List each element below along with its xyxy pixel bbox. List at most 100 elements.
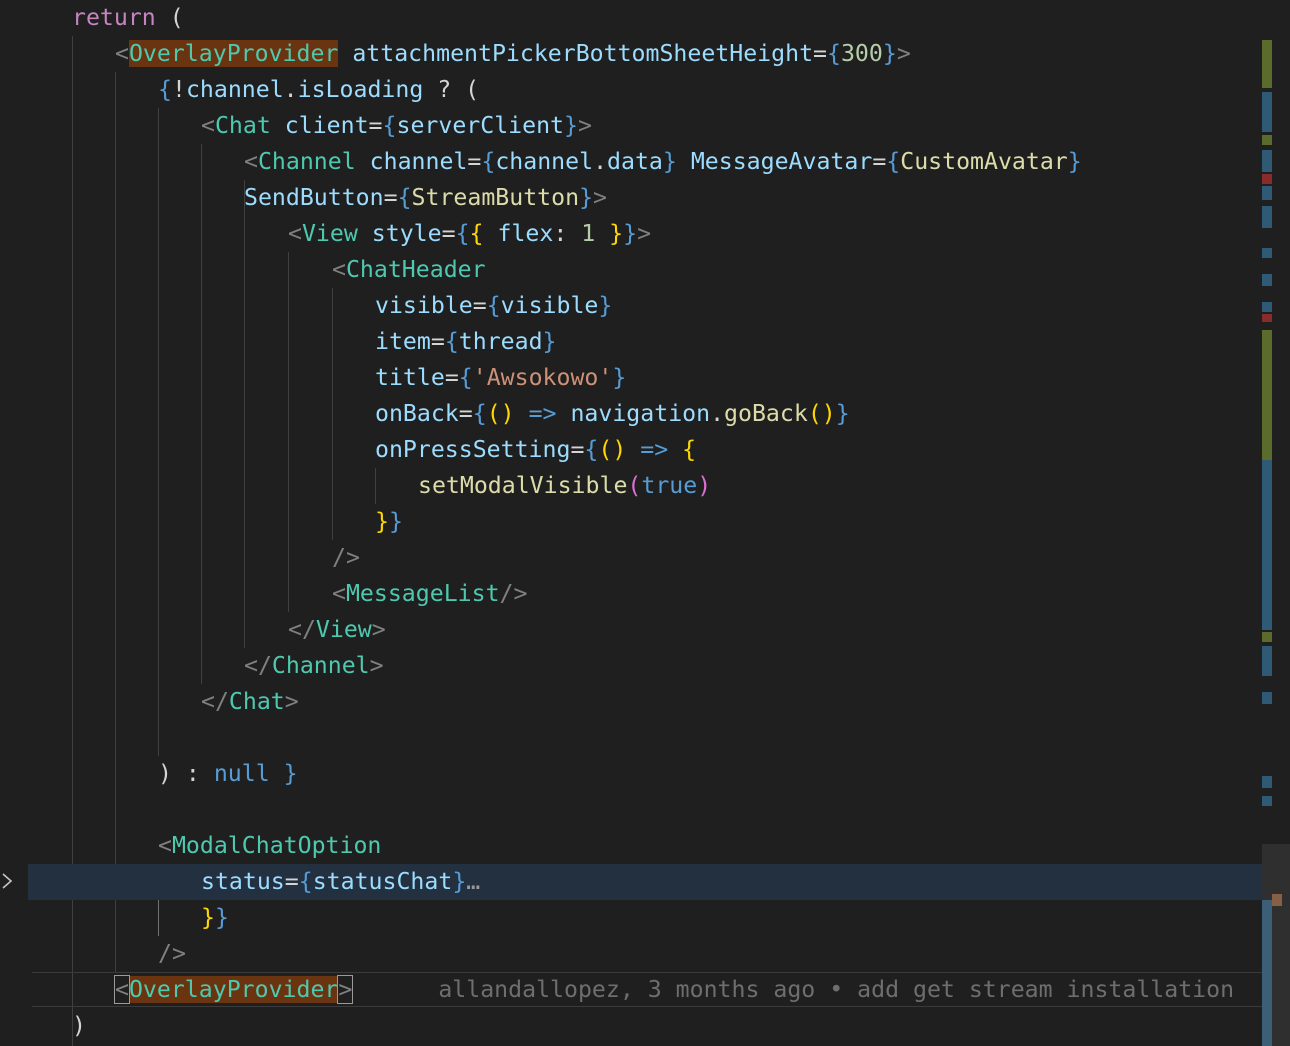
- code-line: ) : null }: [158, 756, 1262, 792]
- identifier: serverClient: [396, 112, 565, 139]
- attribute: item: [375, 328, 431, 355]
- identifier: navigation: [570, 400, 711, 427]
- code-line: </Chat>: [201, 684, 1262, 720]
- brace: }: [214, 904, 229, 931]
- tag-bracket: />: [158, 940, 186, 967]
- attribute: onPressSetting: [375, 436, 571, 463]
- brace: }: [269, 760, 298, 787]
- identifier: thread: [458, 328, 543, 355]
- code-line: return (: [72, 0, 1262, 36]
- attribute: MessageAvatar: [690, 148, 873, 175]
- brace: {: [886, 148, 901, 175]
- code-editor[interactable]: return ( <OverlayProvider attachmentPick…: [28, 0, 1262, 1046]
- tag-bracket: />: [332, 544, 360, 571]
- tag-bracket: </: [201, 688, 229, 715]
- ruler-mark: [1262, 186, 1272, 200]
- tag-bracket: >: [284, 688, 299, 715]
- tag-bracket: <: [115, 40, 129, 67]
- scrollbar-slider[interactable]: [1262, 844, 1290, 1046]
- code-line: }}: [375, 504, 1262, 540]
- brace: {: [158, 76, 172, 103]
- brace: }: [1067, 148, 1082, 175]
- brace: }: [623, 220, 638, 247]
- brace: {: [472, 400, 487, 427]
- tag-bracket: <: [332, 256, 346, 283]
- tag-bracket: >: [371, 616, 386, 643]
- attribute: visible: [375, 292, 473, 319]
- punctuation: =: [458, 400, 473, 427]
- ruler-mark: [1262, 248, 1272, 258]
- punctuation: =: [570, 436, 585, 463]
- tag-bracket: >: [593, 184, 608, 211]
- code-line: {!channel.isLoading ? (: [158, 72, 1262, 108]
- code-line: title={'Awsokowo'}: [375, 360, 1262, 396]
- indent-guide: [332, 288, 333, 540]
- punctuation: (: [155, 4, 184, 31]
- punctuation: .: [283, 76, 298, 103]
- tag-name: Chat: [214, 112, 271, 139]
- brace: {: [382, 112, 397, 139]
- code-line: item={thread}: [375, 324, 1262, 360]
- tag-name: ChatHeader: [345, 256, 486, 283]
- code-line: }}: [201, 900, 1262, 936]
- paren: ): [158, 760, 186, 787]
- arrow-operator: =>: [514, 400, 571, 427]
- ruler-mark: [1262, 330, 1272, 460]
- number: 1: [581, 220, 596, 247]
- function-name: setModalVisible: [418, 472, 628, 499]
- punctuation: =: [284, 868, 299, 895]
- code-line: <ModalChatOption: [158, 828, 1262, 864]
- brace: {: [486, 292, 501, 319]
- punctuation: =: [444, 364, 459, 391]
- attribute: SendButton: [244, 184, 384, 211]
- tag-bracket: <: [332, 580, 346, 607]
- operator: ? (: [423, 76, 480, 103]
- identifier: StreamButton: [411, 184, 580, 211]
- tag-bracket: <: [158, 832, 172, 859]
- tag-name: OverlayProvider: [128, 40, 339, 67]
- ruler-mark: [1262, 796, 1272, 806]
- punctuation: :: [553, 220, 582, 247]
- boolean-literal: true: [641, 472, 698, 499]
- brace: }: [882, 40, 897, 67]
- code-line: <MessageList/>: [332, 576, 1262, 612]
- brace: {: [469, 220, 484, 247]
- tag-name: Channel: [257, 148, 356, 175]
- code-line: onPressSetting={() => {: [375, 432, 1262, 468]
- tag-bracket: </: [288, 616, 316, 643]
- punctuation: =: [368, 112, 383, 139]
- chevron-right-icon[interactable]: [0, 872, 14, 890]
- punctuation: =: [430, 328, 445, 355]
- folded-ellipsis[interactable]: …: [466, 868, 480, 895]
- current-code-line[interactable]: status={statusChat}…: [28, 864, 1262, 900]
- code-line: />: [158, 936, 1262, 972]
- brace: }: [388, 508, 403, 535]
- string-literal: 'Awsokowo': [472, 364, 613, 391]
- identifier: visible: [500, 292, 599, 319]
- brace: }: [452, 868, 467, 895]
- keyword: return: [72, 4, 156, 31]
- code-line: </View>: [288, 612, 1262, 648]
- ruler-mark: [1262, 40, 1272, 88]
- brace: }: [612, 364, 627, 391]
- code-line: setModalVisible(true): [418, 468, 1262, 504]
- paren: (): [807, 400, 836, 427]
- paren: ): [697, 472, 712, 499]
- punctuation: =: [383, 184, 398, 211]
- code-line: />: [332, 540, 1262, 576]
- code-line: <View style={{ flex: 1 }}>: [288, 216, 1262, 252]
- brace: }: [835, 400, 850, 427]
- ruler-mark: [1262, 776, 1272, 788]
- indent-guide: [158, 108, 159, 756]
- ruler-mark: [1262, 92, 1272, 132]
- code-line: visible={visible}: [375, 288, 1262, 324]
- attribute: onBack: [375, 400, 459, 427]
- ruler-mark: [1262, 632, 1272, 642]
- punctuation: .: [710, 400, 725, 427]
- brace: {: [481, 148, 496, 175]
- punctuation: =: [872, 148, 887, 175]
- ruler-mark: [1262, 135, 1272, 145]
- number: 300: [840, 40, 883, 67]
- paren: (): [486, 400, 515, 427]
- brace: }: [542, 328, 557, 355]
